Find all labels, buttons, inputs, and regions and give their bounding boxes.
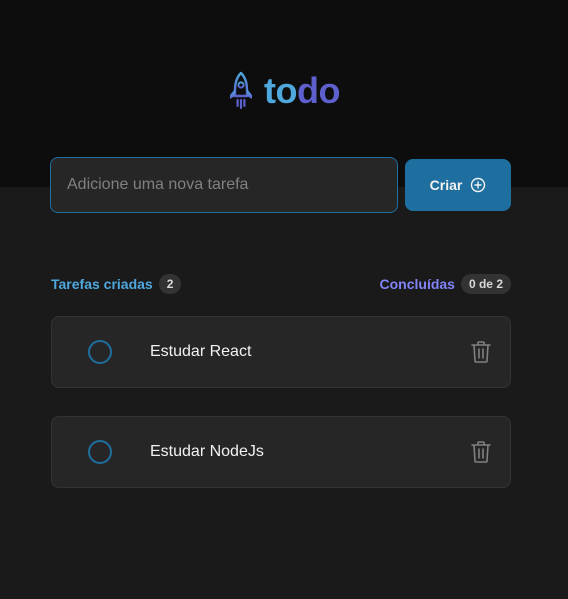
logo: todo [0, 70, 568, 112]
trash-icon [471, 441, 491, 463]
new-task-form: Criar [50, 157, 511, 213]
task-text: Estudar React [150, 343, 252, 360]
done-tasks-label: Concluídas [379, 276, 455, 292]
logo-text: todo [264, 70, 340, 112]
created-tasks-counter: 2 [158, 274, 182, 294]
new-task-input[interactable] [50, 157, 398, 213]
delete-task-button[interactable] [470, 440, 492, 464]
task-item: Estudar React [51, 316, 511, 388]
logo-text-to: to [264, 70, 297, 111]
create-button-label: Criar [429, 177, 463, 193]
task-info: Tarefas criadas 2 Concluídas 0 de 2 [51, 274, 511, 294]
trash-icon [471, 341, 491, 363]
create-button[interactable]: Criar [405, 159, 511, 211]
task-text: Estudar NodeJs [150, 443, 264, 460]
task-item: Estudar NodeJs [51, 416, 511, 488]
task-checkbox[interactable] [88, 440, 112, 464]
plus-circle-icon [471, 177, 486, 193]
task-checkbox[interactable] [88, 340, 112, 364]
rocket-icon [230, 71, 253, 109]
done-tasks-counter: 0 de 2 [460, 274, 511, 294]
created-tasks-label: Tarefas criadas [51, 276, 153, 292]
logo-text-do: do [297, 70, 340, 111]
delete-task-button[interactable] [470, 340, 492, 364]
created-tasks-info: Tarefas criadas 2 [51, 274, 182, 294]
done-tasks-info: Concluídas 0 de 2 [379, 274, 511, 294]
